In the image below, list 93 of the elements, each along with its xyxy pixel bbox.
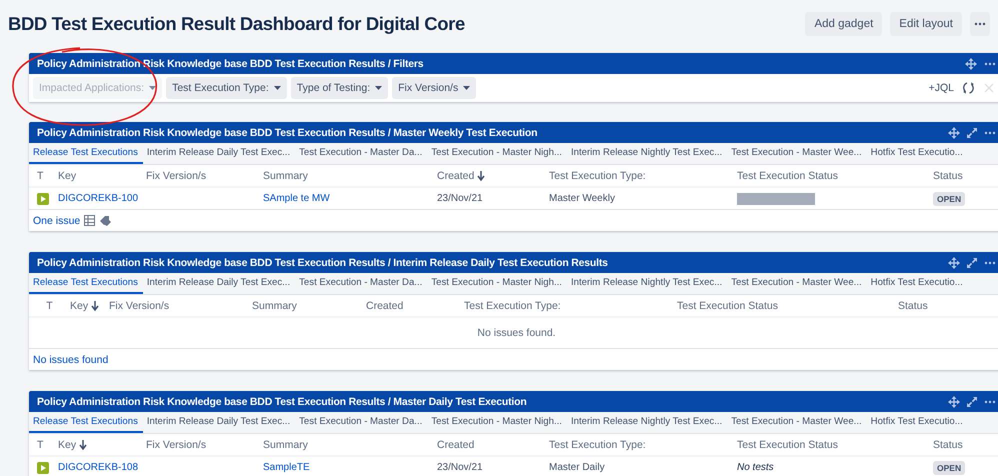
caret-icon xyxy=(149,86,156,90)
filter-tab[interactable]: Hotfix Test Executio... xyxy=(866,143,968,164)
filter-tab[interactable]: Test Execution - Master Wee... xyxy=(727,143,867,164)
column-header[interactable]: Status xyxy=(933,438,963,450)
more-icon[interactable] xyxy=(984,62,996,66)
filter-tab[interactable]: Test Execution - Master Nigh... xyxy=(427,412,567,433)
caret-icon xyxy=(375,86,382,90)
column-header[interactable]: Key xyxy=(70,300,88,312)
expand-icon[interactable] xyxy=(967,258,977,268)
filter-tab[interactable]: Test Execution - Master Nigh... xyxy=(427,143,567,164)
filter-tab[interactable]: Test Execution - Master Wee... xyxy=(727,412,867,433)
move-icon[interactable] xyxy=(948,396,960,408)
column-header[interactable]: T xyxy=(37,170,44,182)
gadget-title: Policy Administration Risk Knowledge base BDD Test Execution Results / Master Daily Test Execution xyxy=(37,396,527,408)
filter-tab[interactable]: Interim Release Nightly Test Exec... xyxy=(566,143,728,164)
issue-count-link[interactable]: No issues found xyxy=(33,354,108,366)
filter-tab[interactable]: Hotfix Test Executio... xyxy=(866,273,968,294)
more-icon[interactable] xyxy=(984,400,996,404)
column-header[interactable]: Created xyxy=(437,170,474,182)
created-date: 23/Nov/21 xyxy=(436,193,484,204)
execution-status: No tests xyxy=(736,462,775,473)
status-lozenge: OPEN xyxy=(933,192,966,206)
expand-icon[interactable] xyxy=(967,396,977,406)
column-header[interactable]: Summary xyxy=(263,170,308,182)
more-icon[interactable] xyxy=(984,130,996,134)
dashboard-title: BDD Test Execution Result Dashboard for Digital Core xyxy=(8,13,465,35)
filter-tab[interactable]: Hotfix Test Executio... xyxy=(866,412,968,433)
column-header[interactable]: Test Execution Status xyxy=(677,300,778,312)
refresh-icon[interactable] xyxy=(963,82,974,94)
caret-icon xyxy=(274,86,281,90)
filter-tab[interactable]: Interim Release Nightly Test Exec... xyxy=(566,273,728,294)
header-button[interactable]: Edit layout xyxy=(890,12,962,36)
more-icon xyxy=(974,22,986,26)
gadget-title: Policy Administration Risk Knowledge base BDD Test Execution Results / Filters xyxy=(37,58,424,70)
filter-tab[interactable]: Test Execution - Master Da... xyxy=(295,143,428,164)
column-header[interactable]: Key xyxy=(58,170,76,182)
filter-tab[interactable]: Release Test Executions xyxy=(29,143,143,164)
column-header[interactable]: Fix Version/s xyxy=(146,438,206,450)
column-header[interactable]: Created xyxy=(366,300,404,312)
column-header[interactable]: Test Execution Type: xyxy=(549,438,646,450)
gadget-title: Policy Administration Risk Knowledge base BDD Test Execution Results / Master Weekly Test Execution xyxy=(37,126,538,138)
gadget-title: Policy Administration Risk Knowledge base BDD Test Execution Results / Interim Release Daily Test Execution Results xyxy=(37,256,608,268)
column-header[interactable]: Summary xyxy=(252,300,297,312)
issue-key-link[interactable]: DIGCOREKB-100 xyxy=(50,193,138,204)
column-header[interactable]: Test Execution Status xyxy=(737,438,838,450)
column-header[interactable]: Fix Version/s xyxy=(109,300,170,312)
column-header[interactable]: T xyxy=(46,300,53,312)
created-date: 23/Nov/21 xyxy=(436,462,484,473)
caret-icon xyxy=(463,86,470,90)
table-icon[interactable] xyxy=(84,215,96,226)
execution-type: Master Daily xyxy=(548,462,606,473)
tag-icon[interactable] xyxy=(99,215,112,226)
column-header[interactable]: Summary xyxy=(263,438,308,450)
filter-tab[interactable]: Interim Release Nightly Test Exec... xyxy=(566,412,728,433)
empty-message: No issues found. xyxy=(29,318,998,349)
column-header[interactable]: Status xyxy=(933,170,963,182)
column-header[interactable]: Test Execution Status xyxy=(737,170,838,182)
summary-link[interactable]: SampleTE xyxy=(255,462,310,473)
filter-tab[interactable]: Test Execution - Master Da... xyxy=(295,412,428,433)
filter-tab[interactable]: Test Execution - Master Da... xyxy=(295,273,428,294)
move-icon[interactable] xyxy=(948,126,960,138)
status-lozenge: OPEN xyxy=(933,460,966,474)
execution-type: Master Weekly xyxy=(548,193,616,204)
filter-dropdown[interactable]: Type of Testing: xyxy=(290,77,388,99)
column-header[interactable]: Created xyxy=(437,438,474,450)
more-button[interactable] xyxy=(970,12,990,36)
filter-tab[interactable]: Interim Release Daily Test Exec... xyxy=(142,143,296,164)
filter-tab[interactable]: Release Test Executions xyxy=(29,412,143,433)
column-header[interactable]: Test Execution Type: xyxy=(464,300,561,312)
filter-dropdown[interactable]: Fix Version/s xyxy=(392,77,476,99)
move-icon[interactable] xyxy=(948,256,960,268)
expand-icon[interactable] xyxy=(967,128,977,138)
filter-dropdown[interactable]: Test Execution Type: xyxy=(166,77,287,99)
column-header[interactable]: Fix Version/s xyxy=(146,170,206,182)
filter-tab[interactable]: Test Execution - Master Nigh... xyxy=(427,273,567,294)
move-icon[interactable] xyxy=(965,58,977,70)
more-icon[interactable] xyxy=(984,260,996,264)
header-button[interactable]: Add gadget xyxy=(805,12,882,36)
filter-tab[interactable]: Test Execution - Master Wee... xyxy=(727,273,867,294)
sort-arrow-icon[interactable] xyxy=(79,440,88,450)
column-header[interactable]: T xyxy=(37,438,44,450)
filter-tab[interactable]: Interim Release Daily Test Exec... xyxy=(142,412,296,433)
issue-count-link[interactable]: One issue xyxy=(33,214,80,226)
column-header[interactable]: Key xyxy=(58,438,76,450)
issue-key-link[interactable]: DIGCOREKB-108 xyxy=(50,462,138,473)
sort-arrow-icon[interactable] xyxy=(91,300,100,310)
column-header[interactable]: Status xyxy=(898,300,928,312)
filter-tab[interactable]: Release Test Executions xyxy=(29,273,143,294)
filter-tab[interactable]: Interim Release Daily Test Exec... xyxy=(142,273,296,294)
sort-arrow-icon[interactable] xyxy=(477,170,486,180)
summary-link[interactable]: SAmple te MW xyxy=(255,193,330,204)
jql-button[interactable]: +JQL xyxy=(928,82,954,94)
column-header[interactable]: Test Execution Type: xyxy=(549,170,646,182)
